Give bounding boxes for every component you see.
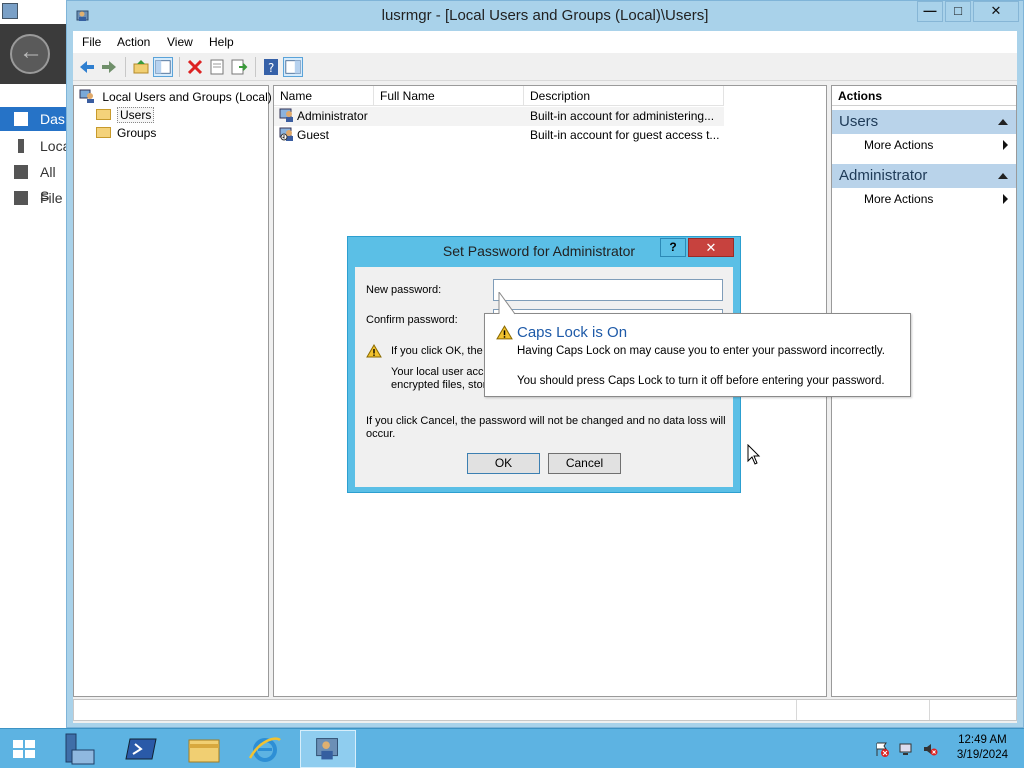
status-bar [73, 699, 1017, 721]
tree-root-node[interactable]: Local Users and Groups (Local) [79, 88, 272, 106]
internet-explorer-icon[interactable] [238, 730, 294, 768]
tree-node-groups[interactable]: Groups [96, 124, 156, 142]
menu-action[interactable]: Action [117, 35, 150, 49]
table-row[interactable]: Guest Built-in account for guest access … [274, 126, 724, 145]
file-explorer-icon[interactable] [176, 730, 232, 768]
dialog-close-button[interactable]: ✕ [688, 238, 734, 257]
title-bar[interactable]: lusrmgr - [Local Users and Groups (Local… [67, 1, 1023, 31]
balloon-pointer [498, 292, 516, 315]
toolbar: ? [73, 53, 1017, 81]
close-button[interactable]: ✕ [973, 1, 1019, 22]
description-cell: Built-in account for administering... [530, 109, 715, 123]
dialog-help-button[interactable]: ? [660, 238, 686, 257]
warning-icon [496, 325, 513, 340]
menu-bar: File Action View Help [73, 31, 1017, 53]
maximize-button[interactable]: □ [945, 1, 971, 22]
system-clock[interactable]: 12:49 AM 3/19/2024 [957, 733, 1008, 763]
lusrmgr-icon[interactable] [300, 730, 356, 768]
minimize-button[interactable]: — [917, 1, 943, 22]
computer-users-icon [79, 89, 94, 103]
confirm-password-label: Confirm password: [366, 314, 458, 326]
up-folder-icon[interactable] [131, 57, 151, 77]
server-manager-small-icon [2, 3, 18, 19]
column-header-description[interactable]: Description [524, 86, 724, 106]
help-icon[interactable]: ? [261, 57, 281, 77]
dashboard-icon [14, 112, 28, 126]
warning-text-line2: Your local user acco [391, 366, 485, 378]
cancel-note-line2: occur. [366, 428, 396, 440]
new-password-label: New password: [366, 284, 442, 296]
network-icon[interactable] [898, 741, 914, 757]
powershell-icon[interactable] [114, 730, 170, 768]
file-services-icon [14, 191, 28, 205]
show-hide-action-pane-icon[interactable] [283, 57, 303, 77]
server-icon [18, 139, 24, 153]
toolbar-separator [179, 57, 180, 77]
user-disabled-icon [279, 127, 293, 141]
column-header-name[interactable]: Name [274, 86, 374, 106]
collapse-icon[interactable] [998, 173, 1008, 179]
actions-header: Actions [832, 86, 1016, 106]
action-more-actions-administrator[interactable]: More Actions [832, 189, 1016, 209]
submenu-arrow-icon [1003, 194, 1008, 204]
toolbar-separator [255, 57, 256, 77]
start-icon[interactable] [0, 730, 48, 768]
ok-button[interactable]: OK [467, 453, 540, 474]
status-segment [929, 700, 930, 720]
nav-item-file-services[interactable]: File [0, 186, 66, 210]
warning-icon [366, 344, 382, 358]
action-more-actions-users[interactable]: More Actions [832, 135, 1016, 155]
background-server-manager: Das Loca All S File [0, 0, 70, 728]
new-password-field[interactable] [493, 279, 723, 301]
table-row[interactable]: Administrator Built-in account for admin… [274, 107, 724, 126]
back-arrow-icon[interactable] [10, 34, 50, 74]
properties-icon[interactable] [207, 57, 227, 77]
clock-date: 3/19/2024 [956, 749, 1008, 761]
submenu-arrow-icon [1003, 140, 1008, 150]
folder-icon [96, 127, 111, 138]
toolbar-separator [125, 57, 126, 77]
mouse-cursor-icon [747, 444, 761, 465]
tree-node-users[interactable]: Users [96, 106, 155, 124]
clock-time: 12:49 AM [958, 734, 1007, 746]
balloon-text-line1: Having Caps Lock on may cause you to ent… [517, 345, 885, 357]
console-tree: Local Users and Groups (Local) Users Gro… [73, 85, 272, 697]
action-section-administrator[interactable]: Administrator [832, 164, 1016, 188]
export-list-icon[interactable] [229, 57, 249, 77]
back-icon[interactable] [77, 57, 97, 77]
nav-item-all-servers[interactable]: All S [0, 160, 66, 204]
caps-lock-balloon: Caps Lock is On Having Caps Lock on may … [484, 292, 911, 397]
forward-icon[interactable] [99, 57, 119, 77]
delete-icon[interactable] [185, 57, 205, 77]
show-hide-tree-icon[interactable] [153, 57, 173, 77]
cancel-button[interactable]: Cancel [548, 453, 621, 474]
action-section-users[interactable]: Users [832, 110, 1016, 134]
action-center-flag-icon[interactable] [874, 741, 890, 757]
cancel-note-line1: If you click Cancel, the password will n… [366, 415, 726, 427]
warning-text-line3: encrypted files, store [391, 379, 485, 391]
servers-icon [14, 165, 28, 179]
menu-file[interactable]: File [82, 35, 101, 49]
nav-item-local-server[interactable]: Loca [0, 134, 70, 158]
server-manager-icon[interactable] [52, 730, 108, 768]
balloon-text-line2: You should press Caps Lock to turn it of… [517, 375, 885, 387]
nav-item-dashboard[interactable]: Das [0, 107, 66, 131]
user-name-cell: Administrator [279, 107, 374, 126]
column-header-full-name[interactable]: Full Name [374, 86, 524, 106]
window-title: lusrmgr - [Local Users and Groups (Local… [381, 7, 709, 24]
status-segment [796, 700, 797, 720]
taskbar: 12:49 AM 3/19/2024 [0, 728, 1024, 768]
warning-text-line1: If you click OK, the f [391, 345, 485, 357]
svg-text:?: ? [268, 61, 274, 75]
menu-view[interactable]: View [167, 35, 193, 49]
volume-muted-icon[interactable] [922, 741, 938, 757]
menu-help[interactable]: Help [209, 35, 234, 49]
folder-icon [96, 109, 111, 120]
user-name-cell: Guest [279, 126, 374, 145]
collapse-icon[interactable] [998, 119, 1008, 125]
description-cell: Built-in account for guest access t... [530, 128, 720, 142]
balloon-title: Caps Lock is On [517, 324, 628, 341]
user-icon [279, 108, 293, 122]
